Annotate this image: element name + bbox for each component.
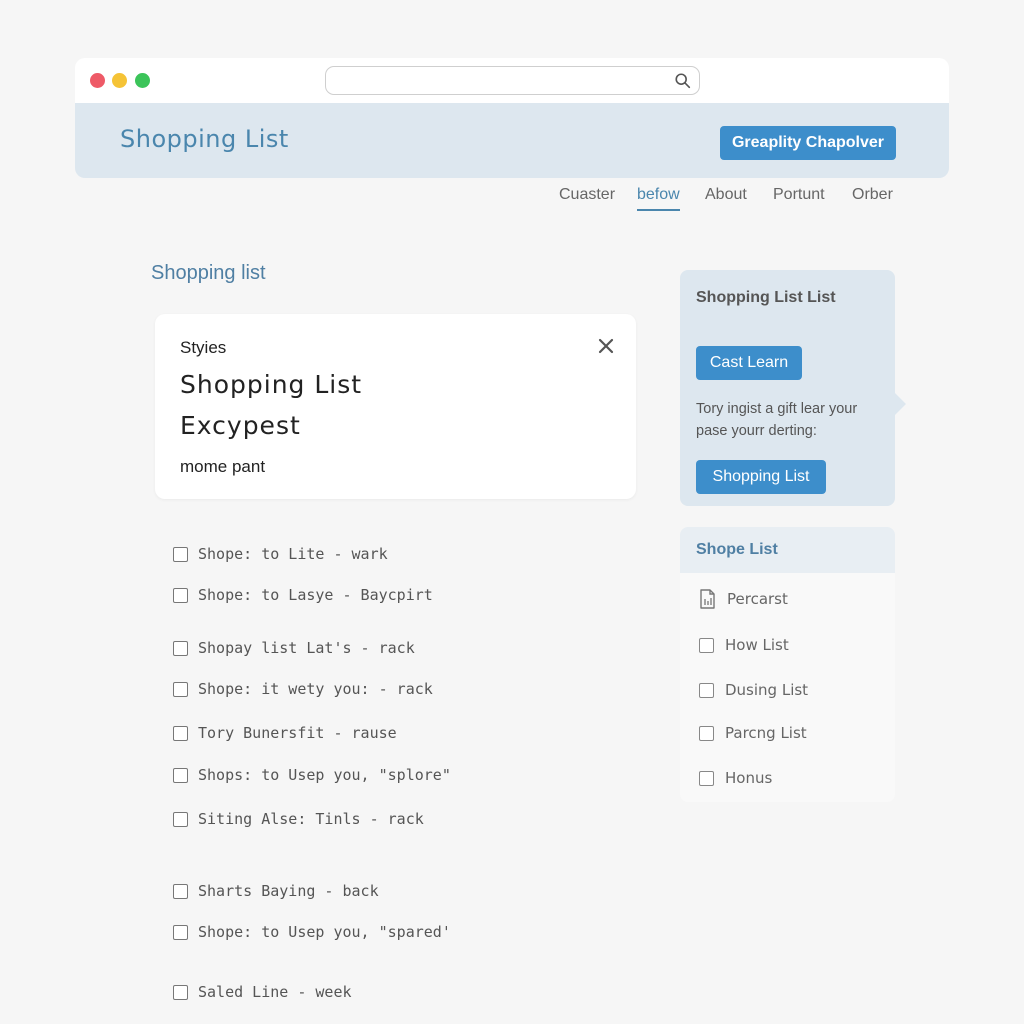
maximize-window-dot[interactable] [135,73,150,88]
minimize-window-dot[interactable] [112,73,127,88]
checkbox[interactable] [173,725,188,741]
list-item-label: Sharts Baying - back [198,882,379,900]
list-item[interactable]: Shope: it wety you: - rack [173,679,433,699]
checkbox[interactable] [173,546,188,562]
list-item[interactable]: Shope: to Lasye - Baycpirt [173,585,433,605]
nav-item-cuaster[interactable]: Cuaster [559,186,615,204]
list-item-label: Shope: to Lite - wark [198,545,388,563]
list-item-label: Tory Bunersfit - rause [198,724,397,742]
nav-item-about[interactable]: About [705,186,747,204]
list-item-label: Shopay list Lat's - rack [198,639,415,657]
search-icon[interactable] [674,72,692,90]
list-item[interactable]: Shopay list Lat's - rack [173,638,415,658]
checkbox[interactable] [173,811,188,827]
promo-panel: Shopping List List Cast Learn Tory ingis… [680,270,895,506]
side-list-item-label: Dusing List [725,681,809,699]
list-item-label: Shope: to Lasye - Baycpirt [198,586,433,604]
close-window-dot[interactable] [90,73,105,88]
checkbox[interactable] [699,637,714,653]
checkbox[interactable] [173,681,188,697]
document-icon [700,589,715,609]
side-list-item-label: How List [725,636,789,654]
address-search-bar[interactable] [325,66,700,95]
card-heading-primary: Shopping List [180,370,363,399]
checkbox[interactable] [173,883,188,899]
list-item-label: Saled Line - week [198,983,352,1001]
checkbox[interactable] [173,767,188,783]
side-list-item[interactable]: How List [699,635,789,655]
side-list-item[interactable]: Dusing List [699,680,808,700]
cast-learn-button[interactable]: Cast Learn [696,346,802,380]
card-heading-secondary: Excypest [180,411,301,440]
close-icon[interactable] [598,338,614,354]
checkbox[interactable] [173,924,188,940]
shopping-list-button[interactable]: Shopping List [696,460,826,494]
side-list-item-label: Percarst [727,590,788,608]
section-title: Shopping list [151,262,266,284]
promo-pointer [894,392,906,416]
list-item-label: Shops: to Usep you, "splore" [198,766,451,784]
checkbox[interactable] [699,682,714,698]
list-item[interactable]: Tory Bunersfit - rause [173,723,397,743]
checkbox[interactable] [699,770,714,786]
header-action-button[interactable]: Greaplity Chapolver [720,126,896,160]
promo-title: Shopping List List [696,289,836,306]
list-item[interactable]: Siting Alse: Tinls - rack [173,809,424,829]
side-list-header: Shope List [680,527,895,573]
info-card: Styies Shopping List Excypest mome pant [155,314,636,499]
side-list-item[interactable]: Parcng List [699,723,807,743]
side-list-item-percarst[interactable]: Percarst [699,589,788,609]
nav-item-portunt[interactable]: Portunt [773,186,825,204]
checkbox[interactable] [699,725,714,741]
checkbox[interactable] [173,984,188,1000]
side-list-panel: Shope List [680,527,895,802]
list-item[interactable]: Shops: to Usep you, "splore" [173,765,451,785]
side-list-item-label: Honus [725,769,773,787]
card-subtext: mome pant [180,457,266,476]
nav-item-orber[interactable]: Orber [852,186,893,204]
list-item-label: Shope: to Usep you, "spared' [198,923,451,941]
side-list-item[interactable]: Honus [699,768,772,788]
list-item[interactable]: Shope: to Usep you, "spared' [173,922,451,942]
list-item[interactable]: Sharts Baying - back [173,881,379,901]
side-list-title: Shope List [696,541,778,558]
side-list-item-label: Parcng List [725,724,807,742]
checkbox[interactable] [173,587,188,603]
checkbox[interactable] [173,640,188,656]
list-item[interactable]: Saled Line - week [173,982,352,1002]
card-label: Styies [180,338,227,357]
promo-text: Tory ingist a gift lear your pase yourr … [696,401,858,439]
list-item-label: Shope: it wety you: - rack [198,680,433,698]
app-title: Shopping List [120,125,289,153]
list-item-label: Siting Alse: Tinls - rack [198,810,424,828]
list-item[interactable]: Shope: to Lite - wark [173,544,388,564]
nav-item-befow[interactable]: befow [637,186,680,211]
